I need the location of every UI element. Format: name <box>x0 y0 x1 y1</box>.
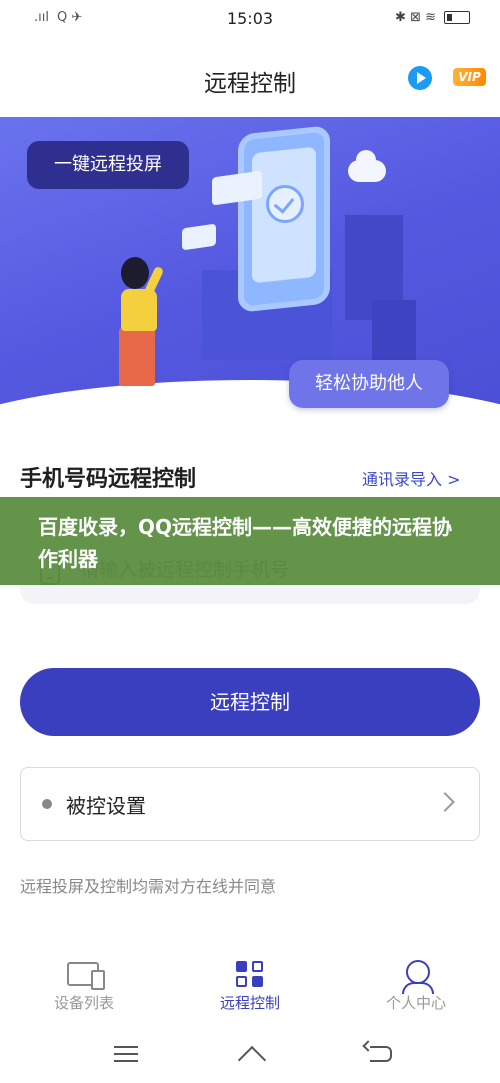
illustration-block <box>372 300 416 360</box>
tab-label: 远程控制 <box>219 994 280 1012</box>
vip-badge[interactable]: VIP <box>453 68 486 86</box>
user-icon <box>402 960 434 994</box>
person-illustration-head <box>121 257 149 289</box>
assist-others-pill: 轻松协助他人 <box>289 360 449 408</box>
battery-icon <box>444 11 470 24</box>
tab-label: 设备列表 <box>53 994 114 1012</box>
home-icon[interactable] <box>236 1046 266 1062</box>
menu-icon[interactable] <box>114 1046 138 1062</box>
devices-icon <box>67 962 105 990</box>
play-icon[interactable] <box>408 66 432 90</box>
section-title: 手机号码远程控制 <box>20 467 197 492</box>
remote-control-icon <box>233 960 267 988</box>
bullet-dot <box>42 799 52 809</box>
contacts-import-link[interactable]: 通讯录导入 > <box>362 466 461 490</box>
checkmark-icon <box>266 185 304 223</box>
screen-cast-pill: 一键远程投屏 <box>27 141 189 189</box>
back-icon[interactable] <box>370 1046 392 1062</box>
status-bar: .ııl Q ✈ 15:03 ✱ ⊠ ≋ <box>0 0 500 38</box>
tab-device-list[interactable]: 设备列表 <box>24 960 144 1013</box>
person-illustration-legs <box>119 328 155 386</box>
remote-control-button[interactable]: 远程控制 <box>20 668 480 736</box>
tab-label: 个人中心 <box>385 994 446 1012</box>
bluetooth-wifi-icons: ✱ ⊠ ≋ <box>395 10 436 25</box>
cloud-icon <box>348 150 386 182</box>
caption-text: 百度收录，QQ远程控制——高效便捷的远程协作利器 <box>38 515 453 571</box>
tab-remote-control[interactable]: 远程控制 <box>190 960 310 1013</box>
consent-note: 远程投屏及控制均需对方在线并同意 <box>20 877 277 896</box>
controlled-settings-label: 被控设置 <box>66 794 146 818</box>
tab-personal-center[interactable]: 个人中心 <box>356 960 476 1013</box>
